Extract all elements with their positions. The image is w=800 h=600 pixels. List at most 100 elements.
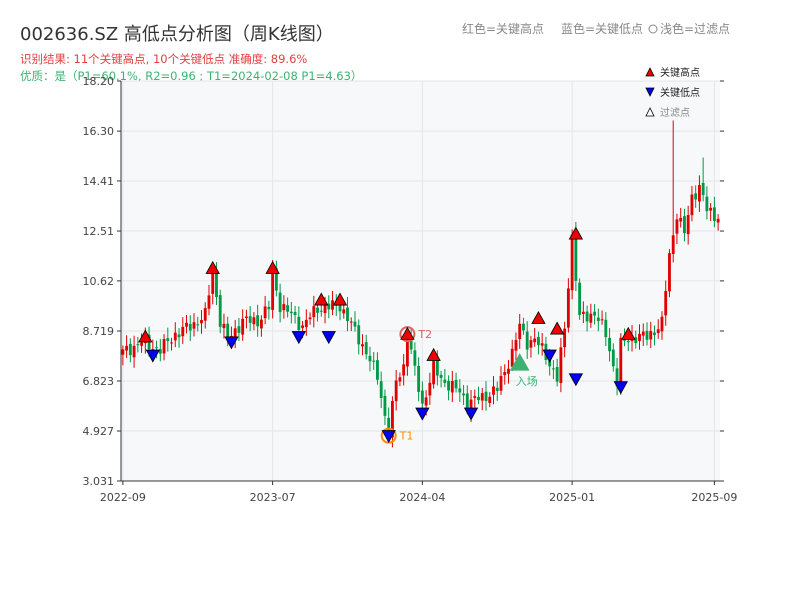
candle-body	[282, 304, 286, 311]
candle-body	[207, 295, 211, 309]
candle-body	[398, 377, 402, 382]
candle-body	[177, 334, 181, 338]
x-tick-label: 2022-09	[100, 491, 146, 504]
candle-body	[383, 395, 387, 416]
candle-body	[638, 333, 641, 341]
candle-body	[529, 340, 533, 348]
candle-body	[413, 350, 417, 366]
candle-body	[215, 272, 218, 298]
legend-blue-text: 蓝色=关键低点	[561, 22, 643, 36]
legend-entry-label: 关键低点	[660, 86, 700, 99]
candle-body	[349, 321, 353, 323]
candle-body	[492, 386, 495, 395]
candle-body	[709, 207, 713, 211]
legend-marker-icon	[645, 67, 655, 77]
candle-body	[660, 316, 664, 332]
candle-body	[458, 388, 462, 393]
candle-body	[510, 348, 514, 367]
candle-body	[372, 360, 376, 362]
candle-body	[181, 326, 185, 337]
candle-body	[514, 339, 518, 351]
candle-body	[480, 393, 484, 401]
candle-body	[278, 292, 282, 313]
candle-body	[125, 345, 129, 351]
candle-body	[559, 347, 563, 383]
legend-light-text: 浅色=过滤点	[660, 22, 730, 36]
candle-body	[428, 382, 432, 396]
candle-body	[585, 311, 589, 322]
candle-body	[447, 380, 451, 391]
candle-body	[626, 340, 630, 343]
candle-body	[555, 367, 559, 382]
candle-body	[432, 361, 436, 385]
candle-body	[675, 219, 679, 234]
candle-body	[323, 305, 327, 314]
candle-body	[664, 290, 668, 316]
y-tick-label: 6.823	[83, 375, 115, 388]
candle-body	[379, 381, 383, 398]
candle-body	[563, 328, 567, 348]
candle-body	[435, 360, 439, 376]
candle-body	[200, 320, 203, 324]
candle-body	[525, 331, 529, 350]
y-tick-label: 10.62	[83, 275, 115, 288]
y-tick-label: 16.30	[83, 125, 115, 138]
y-tick-label: 18.20	[83, 75, 115, 88]
candle-body	[211, 270, 215, 294]
candle-body	[252, 317, 256, 325]
candle-body	[477, 396, 480, 401]
candle-body	[540, 343, 544, 346]
y-tick-label: 4.927	[83, 425, 115, 438]
candle-body	[443, 379, 447, 383]
chart-canvas: 002636.SZ 高低点分析图（周K线图） 识别结果: 11个关键高点, 10…	[20, 21, 737, 504]
candle-body	[712, 207, 716, 221]
candle-body	[293, 312, 297, 315]
candle-body	[641, 331, 645, 336]
y-tick-label: 14.41	[83, 175, 115, 188]
legend-light-circle-icon	[648, 24, 658, 34]
candle-body	[357, 325, 361, 345]
x-tick-label: 2025-09	[691, 491, 737, 504]
candle-body	[574, 232, 578, 281]
candle-body	[241, 318, 245, 335]
candle-body	[593, 311, 597, 316]
candle-body	[668, 253, 671, 292]
candle-body	[155, 347, 158, 349]
candle-body	[649, 331, 653, 340]
candle-body	[570, 234, 574, 291]
candle-body	[248, 316, 252, 323]
candle-body	[304, 319, 308, 328]
y-tick-label: 3.031	[83, 475, 115, 488]
candle-body	[551, 368, 555, 370]
candle-body	[192, 322, 196, 329]
y-tick-label: 8.719	[83, 325, 115, 338]
candle-body	[405, 339, 409, 367]
candle-body	[619, 337, 623, 385]
candle-body	[170, 342, 173, 344]
candle-body	[690, 194, 694, 216]
candle-body	[394, 380, 398, 402]
candle-body	[507, 368, 510, 374]
candle-body	[716, 218, 720, 223]
candle-body	[683, 216, 686, 234]
candle-body	[653, 332, 656, 336]
entry-label: 入场	[516, 374, 538, 388]
t-point-label: T2	[417, 328, 432, 341]
candle-body	[522, 323, 525, 331]
candle-body	[488, 396, 492, 403]
candle-body	[656, 329, 660, 334]
candle-body	[218, 295, 222, 327]
candle-body	[611, 349, 615, 367]
candle-body	[518, 323, 522, 339]
candle-body	[484, 391, 488, 401]
candle-body	[634, 337, 638, 344]
candle-body	[596, 317, 600, 322]
candle-body	[361, 344, 364, 347]
t-point-label: T1	[399, 430, 414, 443]
candle-body	[417, 365, 421, 392]
candle-body	[589, 313, 593, 323]
chart-title: 002636.SZ 高低点分析图（周K线图）	[20, 24, 334, 45]
candle-body	[316, 307, 319, 313]
candle-body	[259, 319, 263, 329]
candle-body	[454, 379, 458, 389]
